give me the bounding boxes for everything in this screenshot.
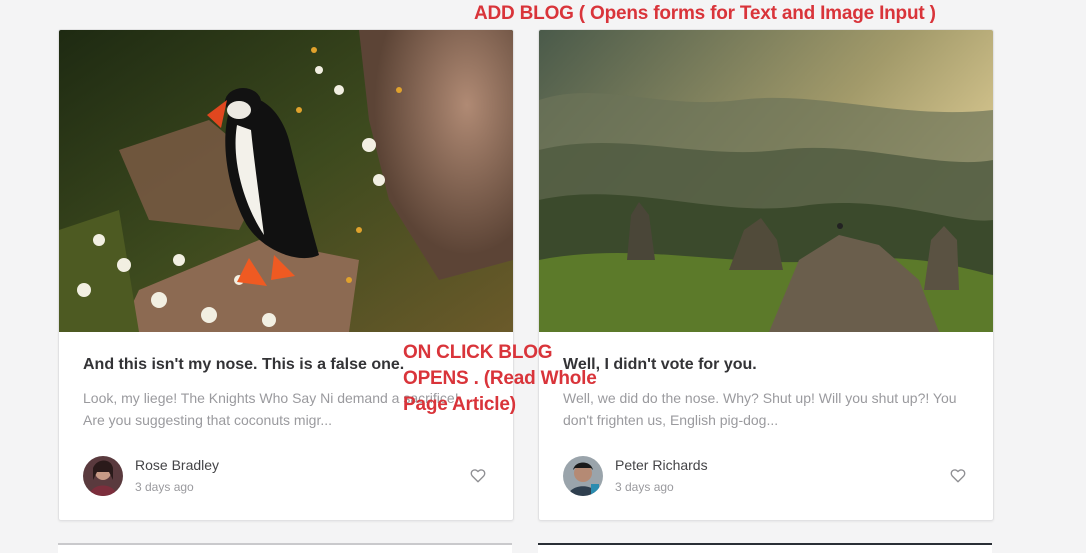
blog-card[interactable]: And this isn't my nose. This is a false …	[58, 29, 514, 521]
mountain-landscape-photo	[539, 30, 993, 332]
author-name: Peter Richards	[615, 457, 708, 473]
heart-icon[interactable]	[469, 466, 487, 484]
next-blog-card[interactable]	[538, 543, 992, 553]
avatar-peter	[563, 456, 603, 496]
next-blog-card[interactable]	[58, 543, 512, 553]
post-date: 3 days ago	[135, 480, 194, 494]
puffin-photo	[59, 30, 513, 332]
on-click-annotation: ON CLICK BLOG OPENS . (Read Whole Page A…	[403, 342, 597, 415]
blog-card[interactable]: Well, I didn't vote for you. Well, we di…	[538, 29, 994, 521]
heart-icon[interactable]	[949, 466, 967, 484]
post-excerpt: Well, we did do the nose. Why? Shut up! …	[563, 390, 957, 428]
post-title[interactable]: And this isn't my nose. This is a false …	[83, 356, 404, 374]
author-name: Rose Bradley	[135, 457, 220, 473]
avatar-rose	[83, 456, 123, 496]
post-date: 3 days ago	[615, 480, 674, 494]
add-blog-annotation: ADD BLOG ( Opens forms for Text and Imag…	[474, 3, 936, 24]
